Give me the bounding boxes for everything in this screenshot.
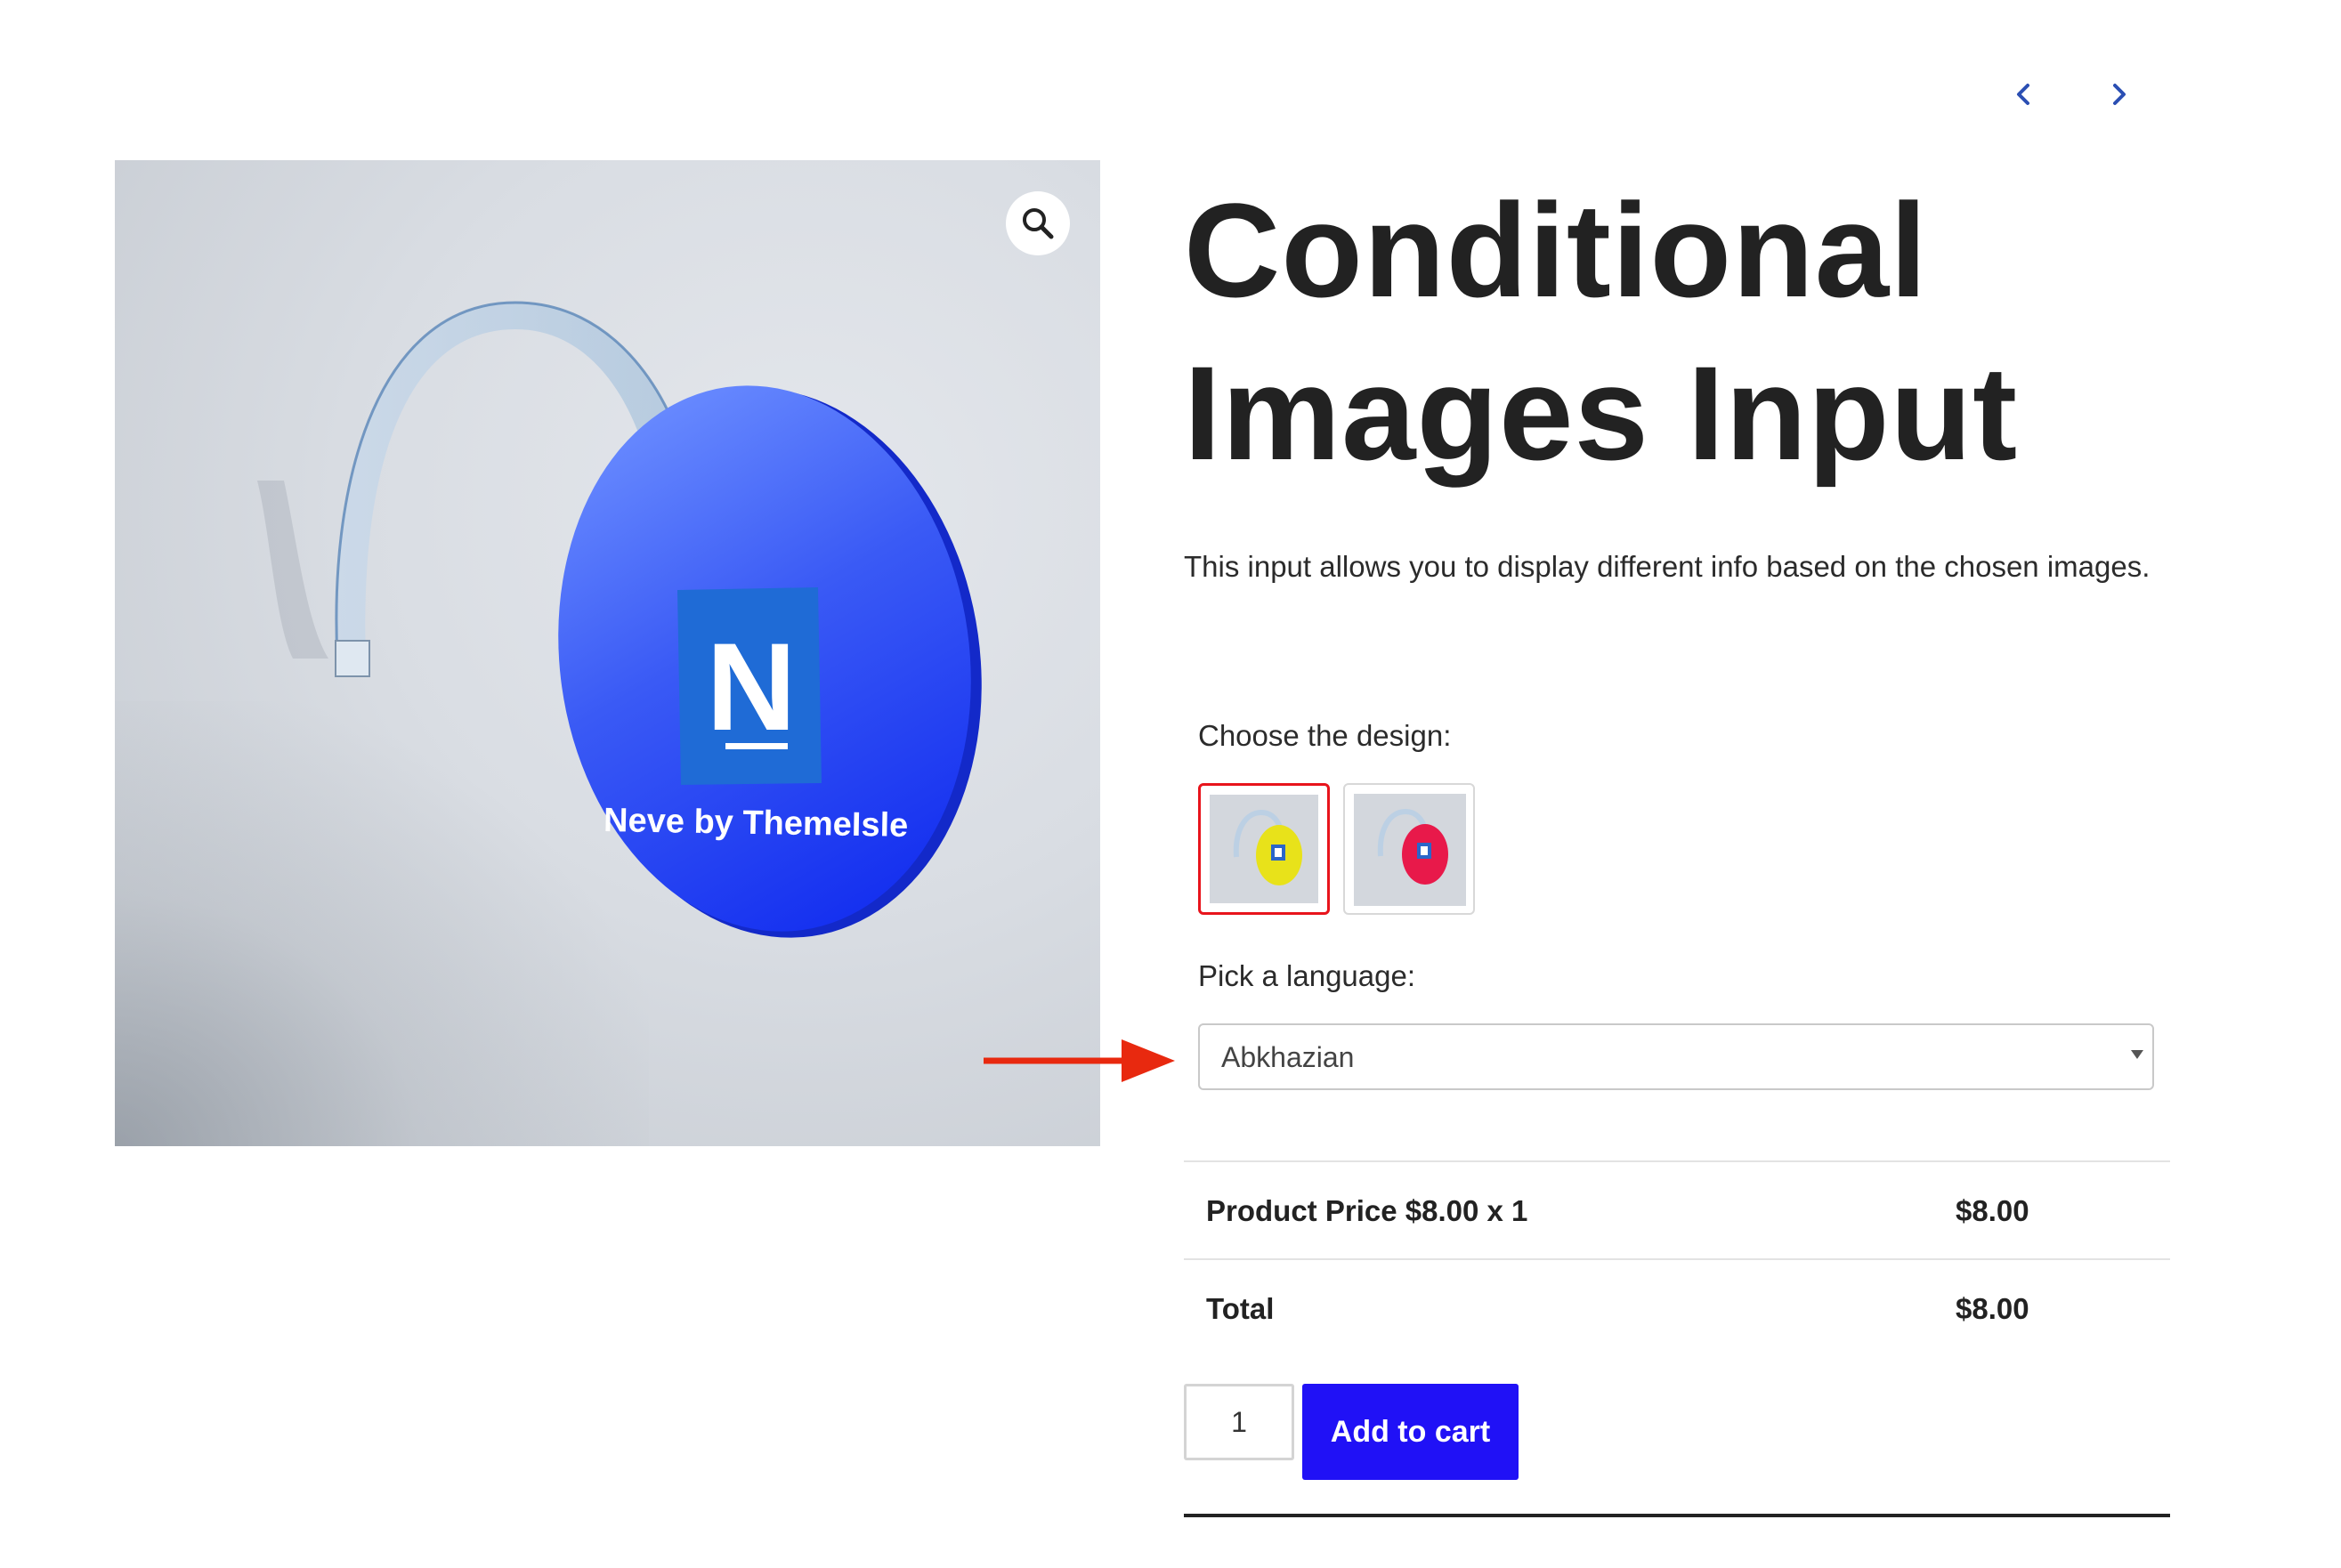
brand-text: Neve by ThemeIsle bbox=[603, 802, 909, 845]
yellow-design-thumbnail bbox=[1210, 795, 1318, 903]
design-label: Choose the design: bbox=[1198, 719, 1452, 752]
price-totals: Product Price $8.00 x 1 $8.00 Total $8.0… bbox=[1184, 1160, 2170, 1356]
magnifier-icon[interactable] bbox=[1006, 191, 1070, 255]
product-image[interactable]: N Neve by ThemeIsle bbox=[115, 160, 1100, 1146]
caret-down-icon bbox=[2131, 1050, 2143, 1059]
product-title: Conditional Images Input bbox=[1184, 169, 2207, 495]
divider bbox=[1184, 1514, 2170, 1517]
add-to-cart-button[interactable]: Add to cart bbox=[1302, 1384, 1519, 1480]
product-page: N Neve by ThemeIsle Conditional Images I… bbox=[0, 0, 2341, 1568]
red-arrow-annotation bbox=[984, 1039, 1175, 1082]
language-select-value: Abkhazian bbox=[1221, 1041, 1355, 1073]
total-label: Total bbox=[1206, 1292, 1275, 1325]
total-amount: $8.00 bbox=[1956, 1292, 2029, 1325]
product-description: This input allows you to display differe… bbox=[1184, 550, 2151, 583]
totals-row-product-price: Product Price $8.00 x 1 $8.00 bbox=[1184, 1160, 2170, 1258]
title-line-1: Conditional bbox=[1184, 175, 1928, 325]
design-swatch-yellow[interactable] bbox=[1198, 783, 1330, 915]
quantity-input[interactable]: 1 bbox=[1184, 1384, 1294, 1460]
totals-row-total: Total $8.00 bbox=[1184, 1258, 2170, 1356]
title-line-2: Images Input bbox=[1184, 338, 2019, 488]
wobbler-illustration: N Neve by ThemeIsle bbox=[257, 301, 982, 938]
product-price-label: Product Price $8.00 x 1 bbox=[1206, 1194, 1528, 1227]
design-swatch-red[interactable] bbox=[1343, 783, 1475, 915]
language-select[interactable]: Abkhazian bbox=[1198, 1023, 2154, 1090]
logo-letter: N bbox=[706, 617, 796, 756]
red-design-thumbnail bbox=[1354, 794, 1466, 906]
chevron-left-icon[interactable] bbox=[2003, 73, 2045, 116]
product-price-amount: $8.00 bbox=[1956, 1194, 2029, 1227]
language-label: Pick a language: bbox=[1198, 959, 1416, 992]
chevron-right-icon[interactable] bbox=[2097, 73, 2140, 116]
